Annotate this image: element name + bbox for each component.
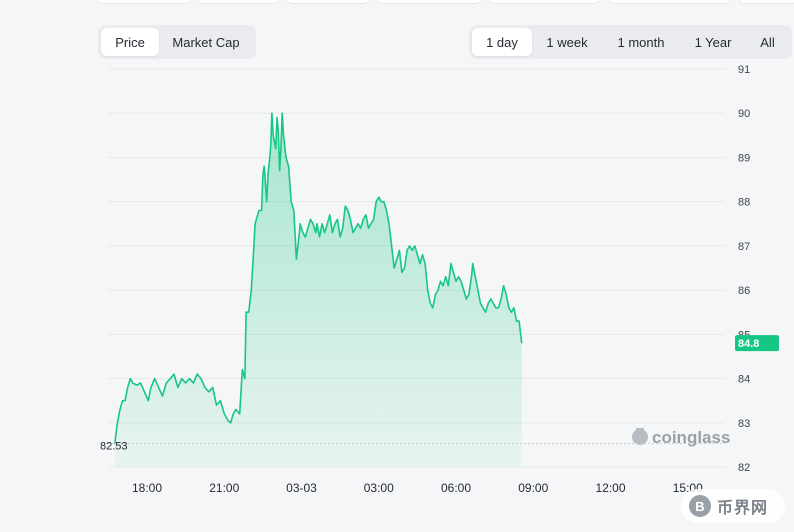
y-tick-label: 82 — [738, 462, 750, 474]
y-tick-label: 89 — [738, 152, 750, 164]
min-price-label: 82.53 — [100, 441, 128, 453]
y-tick-label: 83 — [738, 418, 750, 430]
current-price-label: 84.8 — [738, 338, 759, 350]
site-logo-icon: B — [689, 495, 711, 517]
watermark-text: coinglass — [652, 428, 730, 447]
coinglass-logo-icon — [632, 428, 648, 445]
x-tick-label: 09:00 — [518, 481, 548, 495]
x-tick-label: 18:00 — [132, 481, 162, 495]
y-tick-label: 87 — [738, 241, 750, 253]
y-tick-label: 86 — [738, 285, 750, 297]
site-logo: B 币界网 — [681, 489, 785, 523]
price-chart[interactable]: 82838485868788899091 18:0021:0003-0303:0… — [0, 0, 794, 532]
x-tick-label: 03:00 — [364, 481, 394, 495]
y-tick-label: 91 — [738, 64, 750, 76]
y-tick-label: 84 — [738, 374, 750, 386]
x-axis: 18:00 21:00 03-03 03:00 06:00 09:00 12:00 15:00 — [132, 481, 703, 495]
y-tick-label: 90 — [738, 108, 750, 120]
x-tick-label: 21:00 — [209, 481, 239, 495]
y-axis: 82838485868788899091 — [738, 64, 750, 474]
site-logo-text: 币界网 — [717, 500, 769, 517]
coinglass-watermark: coinglass — [632, 428, 730, 447]
x-tick-label: 12:00 — [595, 481, 625, 495]
x-tick-label: 03-03 — [286, 481, 317, 495]
x-tick-label: 06:00 — [441, 481, 471, 495]
y-tick-label: 88 — [738, 197, 750, 209]
